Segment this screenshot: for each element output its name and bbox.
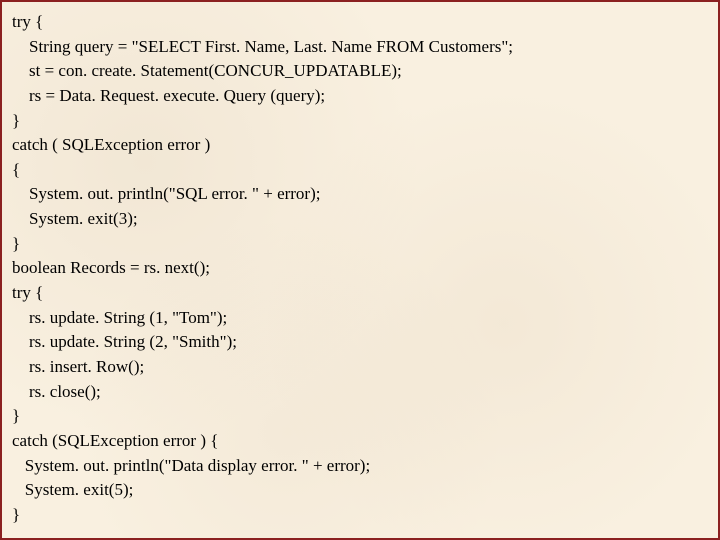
- code-line: rs. update. String (2, "Smith");: [12, 330, 708, 355]
- code-line: }: [12, 109, 708, 134]
- code-line: rs. update. String (1, "Tom");: [12, 306, 708, 331]
- code-block: try { String query = "SELECT First. Name…: [2, 2, 718, 535]
- code-line: rs = Data. Request. execute. Query (quer…: [12, 84, 708, 109]
- code-line: System. out. println("Data display error…: [12, 454, 708, 479]
- code-line: System. out. println("SQL error. " + err…: [12, 182, 708, 207]
- code-line: boolean Records = rs. next();: [12, 256, 708, 281]
- code-line: catch (SQLException error ) {: [12, 429, 708, 454]
- code-line: String query = "SELECT First. Name, Last…: [12, 35, 708, 60]
- code-line: try {: [12, 281, 708, 306]
- code-line: System. exit(3);: [12, 207, 708, 232]
- code-line: rs. insert. Row();: [12, 355, 708, 380]
- code-line: }: [12, 503, 708, 528]
- code-line: }: [12, 232, 708, 257]
- code-line: {: [12, 158, 708, 183]
- code-line: rs. close();: [12, 380, 708, 405]
- code-line: }: [12, 404, 708, 429]
- code-line: catch ( SQLException error ): [12, 133, 708, 158]
- code-line: System. exit(5);: [12, 478, 708, 503]
- code-line: try {: [12, 10, 708, 35]
- code-line: st = con. create. Statement(CONCUR_UPDAT…: [12, 59, 708, 84]
